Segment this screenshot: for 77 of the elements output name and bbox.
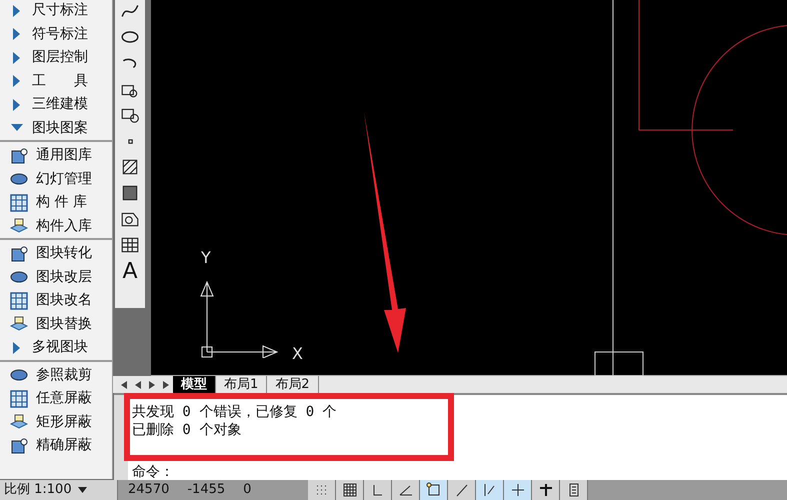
menu-item[interactable]: 任意屏蔽 [0, 387, 112, 410]
status-toggle[interactable] [336, 480, 364, 500]
menu-item[interactable]: 符号标注 [0, 22, 112, 46]
menu-label: 图块替换 [36, 314, 92, 334]
block-icon [10, 244, 28, 263]
menu-label: 图块改名 [36, 291, 92, 310]
menu-label: 幻灯管理 [36, 170, 92, 189]
block-icon [10, 436, 28, 455]
menu-item[interactable]: 图块替换 [0, 312, 112, 336]
command-output-line: 共发现 0 个错误，已修复 0 个 [132, 403, 338, 421]
command-prompt[interactable]: 命令： [132, 463, 787, 481]
plus-icon [538, 482, 554, 498]
status-toggle[interactable] [504, 480, 532, 500]
menu-label: 多视图块 [32, 338, 88, 358]
menu-item[interactable]: 三维建模 [0, 93, 112, 116]
coordinate-value: 24570 [128, 481, 170, 500]
menu-item[interactable]: 构 件 库 [0, 191, 112, 214]
status-toggle[interactable] [392, 480, 420, 500]
gradient-icon[interactable] [120, 183, 140, 203]
menu-label: 矩形屏蔽 [36, 412, 92, 432]
layers-icon [10, 413, 28, 432]
status-toggle[interactable] [448, 480, 476, 500]
layers-icon [10, 217, 28, 236]
menu-item[interactable]: 矩形屏蔽 [0, 410, 112, 434]
cross-icon [510, 482, 526, 498]
menu-label: 符号标注 [32, 24, 88, 44]
menu-item[interactable]: 构件入库 [0, 214, 112, 238]
menu-item[interactable]: 图块改名 [0, 289, 112, 312]
text-tool-button[interactable]: A [122, 261, 138, 283]
menu-label: 三维建模 [32, 95, 88, 114]
command-output-line: 已删除 0 个对象 [132, 421, 242, 439]
menu-item[interactable]: 图块图案 [0, 116, 112, 140]
osnap-icon [426, 482, 442, 498]
axis-label: Y [201, 247, 211, 269]
caret-down-icon [78, 487, 87, 493]
menu-item[interactable]: 幻灯管理 [0, 168, 112, 191]
menu-label: 图块图案 [32, 118, 88, 138]
status-toggle[interactable] [476, 480, 504, 500]
grid-icon [342, 482, 358, 498]
menu-item[interactable]: 图块转化 [0, 242, 112, 266]
menu-label: 工 具 [32, 72, 88, 91]
menu-item[interactable]: 参照裁剪 [0, 364, 112, 387]
status-toggle[interactable] [308, 480, 336, 500]
menu-item[interactable]: 通用图库 [0, 144, 112, 168]
grid-icon [10, 390, 28, 408]
grid-icon [10, 194, 28, 212]
line-icon [454, 482, 470, 498]
table-icon[interactable] [120, 235, 140, 255]
menu-label: 精确屏蔽 [36, 436, 92, 456]
menu-item[interactable]: 多视图块 [0, 336, 112, 360]
menu-item[interactable]: 工 具 [0, 70, 112, 93]
menu-item[interactable]: 精确屏蔽 [0, 434, 112, 458]
menu-label: 任意屏蔽 [36, 389, 92, 408]
menu-item[interactable]: 图层控制 [0, 46, 112, 70]
hatch-icon[interactable] [120, 157, 140, 177]
grid-icon [10, 292, 28, 310]
coordinate-value: 0 [243, 481, 252, 500]
block-icon [10, 146, 28, 165]
status-toggle[interactable] [420, 480, 448, 500]
menu-label: 尺寸标注 [32, 1, 88, 20]
menu-label: 构 件 库 [36, 193, 87, 212]
status-toggle[interactable] [532, 480, 560, 500]
status-toggle[interactable] [560, 480, 588, 500]
menu-item[interactable]: 图块改层 [0, 266, 112, 289]
coordinate-value: -1455 [187, 481, 226, 500]
axis-label: X [292, 343, 303, 365]
scale-dropdown[interactable]: 比例 1:100 [0, 480, 118, 500]
menu-label: 图层控制 [32, 48, 88, 68]
layers-icon [10, 315, 28, 334]
menu-label: 图块改层 [36, 268, 92, 287]
menu-item[interactable]: 尺寸标注 [0, 0, 112, 22]
status-toggle[interactable] [364, 480, 392, 500]
layout-tab[interactable]: 模型 [173, 376, 216, 393]
menu-label: 图块转化 [36, 244, 92, 264]
menu-label: 通用图库 [36, 146, 92, 166]
menu-label: 参照裁剪 [36, 366, 92, 385]
menu-label: 构件入库 [36, 216, 92, 236]
